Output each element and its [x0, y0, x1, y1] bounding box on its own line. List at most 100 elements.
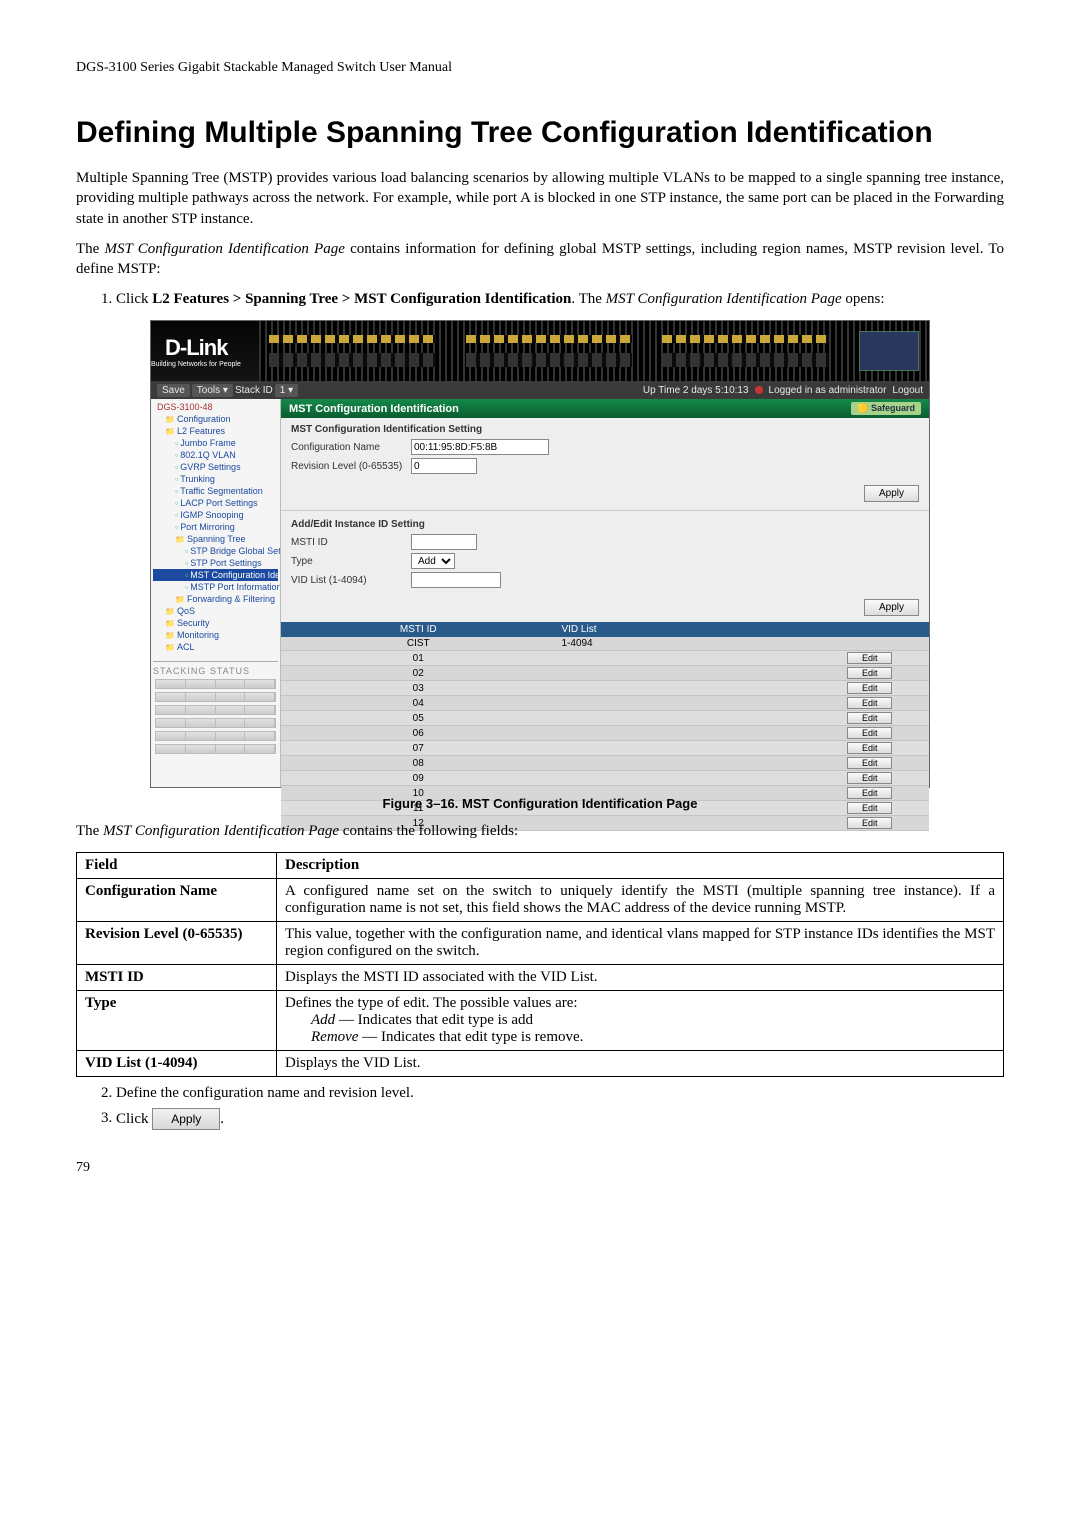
edit-button[interactable]: Edit [847, 682, 893, 694]
stack-unit [155, 692, 276, 702]
tree-node[interactable]: Forwarding & Filtering [153, 593, 278, 605]
tree-node[interactable]: STP Port Settings [153, 557, 278, 569]
vid-list-label: VID List (1-4094) [291, 575, 411, 586]
edit-button[interactable]: Edit [847, 787, 893, 799]
cell-action: Edit [810, 801, 929, 816]
cell-vid [555, 726, 810, 741]
tree-node[interactable]: GVRP Settings [153, 461, 278, 473]
tree-node[interactable]: Port Mirroring [153, 521, 278, 533]
section-title: Defining Multiple Spanning Tree Configur… [76, 116, 1004, 150]
field-description-table: Field Description Configuration NameA co… [76, 852, 1004, 1077]
tree-node[interactable]: 802.1Q VLAN [153, 449, 278, 461]
field-row: Revision Level (0-65535)This value, toge… [77, 921, 1004, 964]
uptime-text: Up Time 2 days 5:10:13 [643, 385, 749, 396]
step3-post: . [220, 1110, 224, 1126]
step1-mid: . The [571, 291, 605, 307]
cell-vid [555, 711, 810, 726]
cell-action: Edit [810, 651, 929, 666]
tree-node[interactable]: QoS [153, 605, 278, 617]
tree-root[interactable]: DGS-3100-48 [153, 401, 278, 413]
edit-button[interactable]: Edit [847, 697, 893, 709]
edit-button[interactable]: Edit [847, 817, 893, 829]
cell-msti-id: 09 [281, 771, 555, 786]
tree-node[interactable]: Security [153, 617, 278, 629]
page-title: MST Configuration Identification [289, 403, 459, 415]
type-select[interactable]: Add [411, 553, 455, 569]
apply-button[interactable]: Apply [864, 599, 919, 616]
rev-level-input[interactable] [411, 458, 477, 474]
tree-node[interactable]: Trunking [153, 473, 278, 485]
edit-button[interactable]: Edit [847, 772, 893, 784]
cfg-name-input[interactable] [411, 439, 549, 455]
stack-unit [155, 731, 276, 741]
edit-button[interactable]: Edit [847, 727, 893, 739]
field-row: TypeDefines the type of edit. The possib… [77, 990, 1004, 1050]
toolbar: Save Tools ▾ Stack ID 1 ▾ Up Time 2 days… [151, 381, 929, 399]
table-row: 03 Edit [281, 681, 929, 696]
stack-id-select[interactable]: 1 ▾ [275, 384, 298, 397]
stack-unit [155, 705, 276, 715]
edit-button[interactable]: Edit [847, 742, 893, 754]
table-row: CIST1-4094 [281, 637, 929, 651]
edit-button[interactable]: Edit [847, 712, 893, 724]
edit-button[interactable]: Edit [847, 757, 893, 769]
vid-list-input[interactable] [411, 572, 501, 588]
tree-node[interactable]: Configuration [153, 413, 278, 425]
field-desc: A configured name set on the switch to u… [277, 878, 1004, 921]
step1-post: opens: [842, 291, 885, 307]
cell-action: Edit [810, 696, 929, 711]
tree-node[interactable]: Monitoring [153, 629, 278, 641]
edit-button[interactable]: Edit [847, 802, 893, 814]
th-field: Field [77, 852, 277, 878]
doc-header: DGS-3100 Series Gigabit Stackable Manage… [76, 60, 1004, 76]
apply-button-inline[interactable]: Apply [152, 1108, 220, 1131]
logged-in-text: Logged in as administrator [769, 385, 887, 396]
tree-node[interactable]: LACP Port Settings [153, 497, 278, 509]
brand-logo: D-Link [151, 335, 241, 361]
table-row: 07 Edit [281, 741, 929, 756]
tree-node[interactable]: Jumbo Frame [153, 437, 278, 449]
page-number: 79 [76, 1160, 1004, 1176]
tools-menu[interactable]: Tools ▾ [192, 384, 233, 397]
field-row: MSTI IDDisplays the MSTI ID associated w… [77, 964, 1004, 990]
brand-block: D-Link Building Networks for People [151, 335, 241, 368]
port-cluster [466, 331, 633, 371]
status-icon [755, 386, 763, 394]
stack-id-label: Stack ID [235, 385, 273, 396]
msti-id-input[interactable] [411, 534, 477, 550]
logout-link[interactable]: Logout [892, 385, 923, 396]
cell-action: Edit [810, 726, 929, 741]
tree-node[interactable]: ACL [153, 641, 278, 653]
tree-node[interactable]: STP Bridge Global Settin [153, 545, 278, 557]
col-action [810, 622, 929, 637]
nav-tree: DGS-3100-48 ConfigurationL2 FeaturesJumb… [151, 399, 281, 787]
tree-node[interactable]: Spanning Tree [153, 533, 278, 545]
field-name: MSTI ID [77, 964, 277, 990]
section-2-header: Add/Edit Instance ID Setting [291, 519, 919, 530]
cell-vid [555, 681, 810, 696]
table-row: 09 Edit [281, 771, 929, 786]
tree-node[interactable]: IGMP Snooping [153, 509, 278, 521]
field-name: Type [77, 990, 277, 1050]
cell-msti-id: 01 [281, 651, 555, 666]
section-1: MST Configuration Identification Setting… [281, 418, 929, 483]
apply-button[interactable]: Apply [864, 485, 919, 502]
cell-action: Edit [810, 771, 929, 786]
table-row: 05Edit [281, 711, 929, 726]
cell-vid [555, 666, 810, 681]
safeguard-badge: 🟡 Safeguard [851, 402, 921, 415]
cell-msti-id: 07 [281, 741, 555, 756]
tree-node[interactable]: MSTP Port Information [153, 581, 278, 593]
type-label: Type [291, 556, 411, 567]
field-desc: This value, together with the configurat… [277, 921, 1004, 964]
save-button[interactable]: Save [157, 384, 190, 397]
edit-button[interactable]: Edit [847, 667, 893, 679]
edit-button[interactable]: Edit [847, 652, 893, 664]
tree-node[interactable]: Traffic Segmentation [153, 485, 278, 497]
tree-node[interactable]: L2 Features [153, 425, 278, 437]
cell-vid [555, 756, 810, 771]
cell-msti-id: 03 [281, 681, 555, 696]
tree-node[interactable]: MST Configuration Ident [153, 569, 278, 581]
table-row: 01 Edit [281, 651, 929, 666]
p3-pre: The [76, 823, 103, 839]
